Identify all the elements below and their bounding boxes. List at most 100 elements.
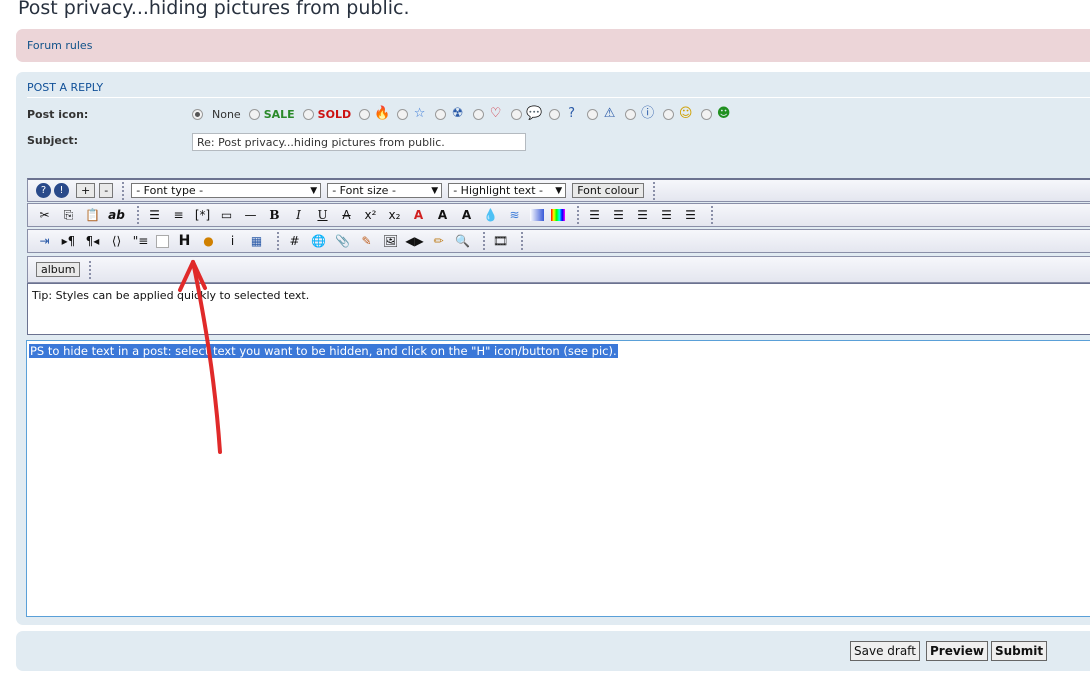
forum-rules-link[interactable]: Forum rules (27, 39, 92, 52)
font-type-select[interactable]: - Font type - (131, 183, 322, 198)
radio-button[interactable] (625, 108, 637, 120)
drop-icon[interactable]: 💧 (482, 207, 499, 224)
font-size-select[interactable]: - Font size - (327, 183, 443, 198)
post-icon-star[interactable]: ☆ (397, 107, 427, 121)
globe-icon[interactable]: 🌐 (310, 233, 327, 250)
radio-button[interactable] (663, 108, 675, 120)
post-icon-sold[interactable]: SOLD (302, 108, 351, 121)
post-icon-grin[interactable]: ☻ (701, 107, 731, 121)
radio-button[interactable] (435, 108, 447, 120)
wave-icon[interactable]: ≋ (506, 207, 523, 224)
alert-icon[interactable]: ! (54, 183, 69, 198)
radio-button[interactable] (192, 108, 203, 120)
subject-field[interactable] (192, 133, 526, 151)
preview-button[interactable]: Preview (926, 641, 989, 661)
font-glow-icon[interactable]: A (458, 207, 475, 224)
media-icon[interactable]: ◀▶ (405, 233, 423, 250)
highlight-select[interactable]: - Highlight text - (448, 183, 567, 198)
rainbow-icon[interactable] (551, 209, 565, 221)
forum-rules-bar[interactable]: Forum rules (16, 29, 1090, 62)
subscript-icon[interactable]: x₂ (386, 207, 403, 224)
hide-h-icon[interactable]: H (176, 233, 193, 250)
flash-icon[interactable]: ✎ (358, 233, 375, 250)
horizontal-rule-icon[interactable]: — (242, 207, 259, 224)
separator (652, 181, 657, 200)
separator (122, 181, 126, 200)
gradient-icon[interactable] (530, 209, 544, 221)
smiley-icon: ☺ (678, 106, 693, 121)
table-icon[interactable]: ▦ (248, 233, 265, 250)
radio-button[interactable] (511, 108, 523, 120)
rtl-icon[interactable]: ¶◂ (84, 233, 101, 250)
post-icon-heart[interactable]: ♡ (473, 107, 503, 121)
code-icon[interactable]: ⟨⟩ (108, 233, 125, 250)
post-icon-radioactive[interactable]: ☢ (435, 107, 465, 121)
spoiler-icon[interactable]: ● (200, 233, 217, 250)
decrease-button[interactable]: - (99, 183, 114, 198)
post-icon-smiley[interactable]: ☺ (663, 107, 693, 121)
font-red-icon[interactable]: A (410, 207, 427, 224)
post-reply-panel: POST A REPLY Post icon: None SALE SOLD 🔥… (16, 72, 1090, 625)
speech-bubble-icon: 💬 (526, 106, 543, 121)
radio-button[interactable] (248, 108, 260, 120)
justify-icon[interactable]: ☰ (586, 207, 603, 224)
post-icon-fire[interactable]: 🔥 (359, 107, 390, 121)
post-icon-sale[interactable]: SALE (248, 108, 295, 121)
cut-icon[interactable]: ✂ (36, 207, 53, 224)
post-icon-question[interactable]: ? (549, 107, 579, 121)
copy-icon[interactable]: ⎘ (60, 207, 77, 224)
post-icon-speech[interactable]: 💬 (511, 106, 543, 121)
frame-icon[interactable]: ▭ (218, 207, 235, 224)
hash-icon[interactable]: # (286, 233, 303, 250)
underline-icon[interactable]: U (314, 207, 331, 224)
indent-icon[interactable]: ⇥ (36, 233, 53, 250)
album-button[interactable]: album (36, 262, 81, 277)
radio-button[interactable] (549, 108, 561, 120)
align-full-icon[interactable]: ☰ (682, 207, 699, 224)
bold-icon[interactable]: B (266, 207, 283, 224)
font-shadow-icon[interactable]: A (434, 207, 451, 224)
submit-button[interactable]: Submit (991, 641, 1048, 661)
attachment-icon[interactable]: 📎 (334, 233, 351, 250)
numbered-list-icon[interactable]: ≡ (170, 207, 187, 224)
help-icon[interactable]: ? (36, 183, 51, 198)
spellcheck-icon[interactable]: ab (108, 207, 125, 224)
editor-toolbar-row-1: ? ! + - - Font type - - Font size - - Hi… (27, 178, 1090, 202)
italic-icon[interactable]: I (290, 207, 307, 224)
subject-label: Subject: (27, 134, 79, 147)
strikethrough-icon[interactable]: A (338, 207, 355, 224)
radio-button[interactable] (359, 108, 371, 120)
bullet-list-icon[interactable]: ☰ (146, 207, 163, 224)
post-icon-none[interactable]: None (192, 108, 241, 121)
ltr-icon[interactable]: ▸¶ (60, 233, 77, 250)
font-colour-button[interactable]: Font colour (572, 183, 644, 198)
increase-button[interactable]: + (76, 183, 96, 198)
search-icon[interactable]: 🔍 (454, 233, 471, 250)
superscript-icon[interactable]: x² (362, 207, 379, 224)
align-right-icon[interactable]: ☰ (658, 207, 675, 224)
save-draft-button[interactable]: Save draft (850, 641, 920, 661)
list-item-icon[interactable]: [*] (194, 207, 211, 224)
radio-button[interactable] (587, 108, 599, 120)
image-icon[interactable]: 🖼 (382, 233, 399, 250)
radio-button[interactable] (473, 108, 485, 120)
align-center-icon[interactable]: ☰ (634, 207, 651, 224)
editor-toolbar-row-3: ⇥ ▸¶ ¶◂ ⟨⟩ "≡ H ● ⅰ ▦ # 🌐 📎 ✎ 🖼 ◀▶ ✏ 🔍 🎞 (27, 229, 1090, 253)
paste-icon[interactable]: 📋 (84, 207, 101, 224)
message-textarea[interactable]: PS to hide text in a post: select text y… (26, 340, 1090, 617)
radio-button[interactable] (701, 108, 713, 120)
post-icon-info[interactable]: ⓘ (625, 107, 655, 121)
radioactive-icon: ☢ (451, 106, 464, 121)
film-icon[interactable]: 🎞 (492, 233, 509, 250)
pencil-icon[interactable]: ✏ (430, 233, 447, 250)
radio-button[interactable] (302, 108, 314, 120)
radio-button[interactable] (397, 108, 409, 120)
align-left-icon[interactable]: ☰ (610, 207, 627, 224)
quote-icon[interactable]: "≡ (132, 233, 149, 250)
post-icon-warning[interactable]: ⚠ (587, 107, 617, 121)
post-icon-label: Post icon: (27, 108, 89, 121)
post-icon-options: None SALE SOLD 🔥 ☆ ☢ ♡ 💬 ? ⚠ ⓘ ☺ ☻ (192, 105, 739, 123)
blank-icon[interactable] (156, 234, 169, 248)
tip-box: Tip: Styles can be applied quickly to se… (27, 283, 1090, 335)
info-doc-icon[interactable]: ⅰ (224, 233, 241, 250)
